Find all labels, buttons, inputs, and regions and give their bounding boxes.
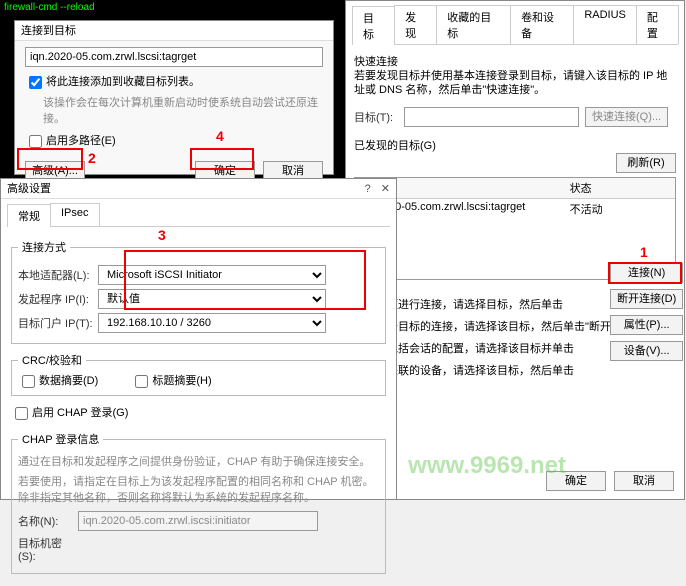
properties-button[interactable]: 属性(P)... (610, 315, 683, 335)
quick-connect-title: 快速连接 (354, 53, 676, 69)
legend-connect: 连接方式 (18, 239, 70, 255)
portal-ip-select[interactable]: 192.168.10.10 / 3260 (98, 313, 326, 333)
table-row[interactable]: iqn.2020-05.com.zrwl.lscsi:tagrget 不活动 (355, 199, 675, 219)
lbl-chap-name: 名称(N): (18, 513, 78, 529)
tab-favorites[interactable]: 收藏的目标 (436, 5, 511, 44)
devices-button[interactable]: 设备(V)... (610, 341, 683, 361)
annotation-2: 2 (88, 150, 96, 166)
legend-crc: CRC/校验和 (18, 352, 86, 368)
favorite-note: 该操作会在每次计算机重新启动时使系统自动尝试还原连接。 (43, 94, 323, 126)
main-tabs: 目标 发现 收藏的目标 卷和设备 RADIUS 配置 (352, 5, 678, 45)
disconnect-button[interactable]: 断开连接(D) (610, 289, 683, 309)
col-status: 状态 (566, 178, 675, 198)
main-ok-button[interactable]: 确定 (546, 471, 606, 491)
tab-general[interactable]: 常规 (7, 204, 51, 227)
tab-radius[interactable]: RADIUS (573, 5, 637, 44)
tab-target[interactable]: 目标 (352, 6, 395, 45)
lbl-portal-ip: 目标门户 IP(T): (18, 315, 98, 331)
chap-name-field[interactable] (78, 511, 318, 531)
annotation-3: 3 (158, 227, 166, 243)
close-icon[interactable]: ✕ (381, 179, 390, 198)
connect-dialog-title: 连接到目标 (21, 21, 76, 40)
help-icon[interactable]: ? (365, 179, 371, 198)
help-devices: 与目标关联的设备，请选择该目标，然后单击 (354, 362, 676, 378)
chk-multipath[interactable]: 启用多路径(E) (25, 135, 116, 147)
lbl-adapter: 本地适配器(L): (18, 267, 98, 283)
refresh-button[interactable]: 刷新(R) (616, 153, 676, 173)
chap-note2: 若要使用，请指定在目标上为该发起程序配置的相同名称和 CHAP 机密。除非指定其… (18, 473, 379, 505)
chk-data-digest[interactable]: 数据摘要(D) (18, 375, 98, 387)
adv-title: 高级设置 (7, 179, 51, 198)
adapter-select[interactable]: Microsoft iSCSI Initiator (98, 265, 326, 285)
connect-dialog: 连接到目标 将此连接添加到收藏目标列表。 该操作会在每次计算机重新启动时使系统自… (14, 20, 334, 175)
lbl-target: 目标(T): (354, 109, 404, 125)
legend-chap: CHAP 登录信息 (18, 431, 103, 447)
advanced-dialog: 高级设置 ? ✕ 常规 IPsec 连接方式 本地适配器(L):Microsof… (0, 178, 397, 500)
main-cancel-button[interactable]: 取消 (614, 471, 674, 491)
annotation-1: 1 (640, 244, 648, 260)
tab-config[interactable]: 配置 (636, 5, 679, 44)
quick-connect-button[interactable]: 快速连接(Q)... (585, 107, 668, 127)
connect-button[interactable]: 连接(N) (610, 263, 683, 283)
chk-chap[interactable]: 启用 CHAP 登录(G) (11, 407, 128, 419)
chk-favorite[interactable]: 将此连接添加到收藏目标列表。 (25, 76, 200, 88)
row-status: 不活动 (566, 199, 675, 219)
quick-note: 若要发现目标并使用基本连接登录到目标，请键入该目标的 IP 地址或 DNS 名称… (354, 69, 676, 97)
chk-header-digest[interactable]: 标题摘要(H) (131, 375, 211, 387)
tab-discover[interactable]: 发现 (394, 5, 437, 44)
lbl-initiator-ip: 发起程序 IP(I): (18, 291, 98, 307)
lbl-chap-secret: 目标机密(S): (18, 535, 78, 563)
tab-ipsec[interactable]: IPsec (50, 203, 100, 226)
annotation-4: 4 (216, 128, 224, 144)
target-input[interactable] (404, 107, 579, 127)
terminal-line: firewall-cmd --reload (4, 2, 95, 13)
target-name-field[interactable] (25, 47, 323, 67)
tab-volumes[interactable]: 卷和设备 (510, 5, 574, 44)
discovered-title: 已发现的目标(G) (354, 137, 676, 153)
initiator-ip-select[interactable]: 默认值 (98, 289, 326, 309)
chap-note: 通过在目标和发起程序之间提供身份验证，CHAP 有助于确保连接安全。 (18, 453, 379, 469)
